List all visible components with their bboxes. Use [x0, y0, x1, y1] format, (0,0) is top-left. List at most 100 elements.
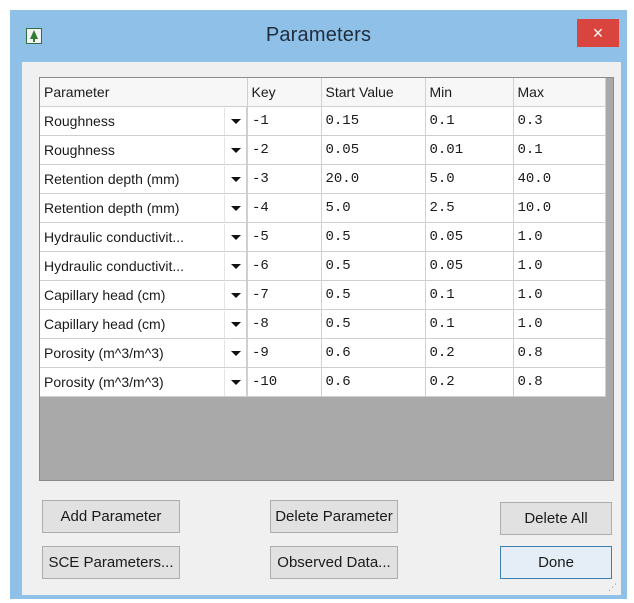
max-cell[interactable]: 1.0 — [513, 251, 606, 281]
chevron-down-icon — [230, 379, 241, 385]
dropdown-button[interactable] — [224, 281, 246, 309]
max-cell[interactable]: 0.3 — [513, 106, 606, 136]
parameter-value: Hydraulic conductivit... — [44, 229, 185, 245]
min-cell[interactable]: 0.05 — [425, 222, 514, 252]
parameter-select[interactable]: Roughness — [40, 135, 248, 165]
title-bar[interactable]: Parameters × — [10, 10, 627, 62]
table-row: Retention depth (mm) -3 20.0 5.0 40.0 — [40, 164, 606, 194]
table-row: Hydraulic conductivit... -5 0.5 0.05 1.0 — [40, 222, 606, 252]
add-parameter-button[interactable]: Add Parameter — [42, 500, 180, 533]
key-cell[interactable]: -10 — [246, 367, 322, 397]
parameter-select[interactable]: Retention depth (mm) — [40, 164, 248, 194]
dropdown-button[interactable] — [224, 310, 246, 338]
min-cell[interactable]: 0.1 — [425, 309, 514, 339]
parameter-select[interactable]: Hydraulic conductivit... — [40, 251, 248, 281]
dropdown-button[interactable] — [224, 136, 246, 164]
min-cell[interactable]: 0.01 — [425, 135, 514, 165]
start-value-cell[interactable]: 0.5 — [321, 251, 426, 281]
max-cell[interactable]: 40.0 — [513, 164, 606, 194]
min-cell[interactable]: 0.2 — [425, 338, 514, 368]
min-cell[interactable]: 0.1 — [425, 106, 514, 136]
start-value-cell[interactable]: 0.15 — [321, 106, 426, 136]
table-row: Porosity (m^3/m^3) -10 0.6 0.2 0.8 — [40, 367, 606, 397]
parameter-value: Hydraulic conductivit... — [44, 258, 185, 274]
start-value-cell[interactable]: 5.0 — [321, 193, 426, 223]
column-header-start-value[interactable]: Start Value — [321, 78, 426, 107]
delete-parameter-button[interactable]: Delete Parameter — [270, 500, 398, 533]
start-value-cell[interactable]: 0.6 — [321, 367, 426, 397]
key-cell[interactable]: -2 — [246, 135, 322, 165]
chevron-down-icon — [230, 205, 241, 211]
close-icon: × — [592, 23, 604, 43]
column-header-parameter[interactable]: Parameter — [40, 78, 248, 107]
parameters-window: Parameters × Parameter Key Start Value M… — [10, 10, 627, 599]
resize-grip-icon[interactable]: ⋰ — [607, 582, 617, 592]
start-value-cell[interactable]: 0.5 — [321, 280, 426, 310]
max-cell[interactable]: 1.0 — [513, 309, 606, 339]
min-cell[interactable]: 0.05 — [425, 251, 514, 281]
dropdown-button[interactable] — [224, 223, 246, 251]
done-button[interactable]: Done — [500, 546, 612, 579]
max-cell[interactable]: 10.0 — [513, 193, 606, 223]
parameter-select[interactable]: Capillary head (cm) — [40, 309, 248, 339]
column-header-min[interactable]: Min — [425, 78, 514, 107]
table-row: Capillary head (cm) -7 0.5 0.1 1.0 — [40, 280, 606, 310]
start-value-cell[interactable]: 0.6 — [321, 338, 426, 368]
sce-parameters-button[interactable]: SCE Parameters... — [42, 546, 180, 579]
max-cell[interactable]: 0.8 — [513, 338, 606, 368]
key-cell[interactable]: -1 — [246, 106, 322, 136]
parameters-table-container: Parameter Key Start Value Min Max Roughn… — [39, 77, 614, 481]
dropdown-button[interactable] — [224, 165, 246, 193]
parameter-select[interactable]: Hydraulic conductivit... — [40, 222, 248, 252]
table-row: Retention depth (mm) -4 5.0 2.5 10.0 — [40, 193, 606, 223]
parameter-value: Porosity (m^3/m^3) — [44, 374, 164, 390]
start-value-cell[interactable]: 20.0 — [321, 164, 426, 194]
dropdown-button[interactable] — [224, 339, 246, 367]
close-button[interactable]: × — [577, 19, 619, 47]
column-header-max[interactable]: Max — [513, 78, 606, 107]
parameter-value: Capillary head (cm) — [44, 316, 166, 332]
start-value-cell[interactable]: 0.5 — [321, 222, 426, 252]
min-cell[interactable]: 0.2 — [425, 367, 514, 397]
parameter-value: Capillary head (cm) — [44, 287, 166, 303]
parameter-select[interactable]: Retention depth (mm) — [40, 193, 248, 223]
min-cell[interactable]: 5.0 — [425, 164, 514, 194]
max-cell[interactable]: 0.1 — [513, 135, 606, 165]
observed-data-button[interactable]: Observed Data... — [270, 546, 398, 579]
delete-all-button[interactable]: Delete All — [500, 502, 612, 535]
parameter-value: Roughness — [44, 142, 115, 158]
key-cell[interactable]: -4 — [246, 193, 322, 223]
parameter-select[interactable]: Roughness — [40, 106, 248, 136]
dialog-content: Parameter Key Start Value Min Max Roughn… — [22, 62, 621, 595]
key-cell[interactable]: -9 — [246, 338, 322, 368]
start-value-cell[interactable]: 0.5 — [321, 309, 426, 339]
chevron-down-icon — [230, 147, 241, 153]
start-value-cell[interactable]: 0.05 — [321, 135, 426, 165]
window-title: Parameters — [265, 24, 372, 46]
max-cell[interactable]: 1.0 — [513, 222, 606, 252]
parameter-select[interactable]: Capillary head (cm) — [40, 280, 248, 310]
dropdown-button[interactable] — [224, 194, 246, 222]
key-cell[interactable]: -3 — [246, 164, 322, 194]
max-cell[interactable]: 0.8 — [513, 367, 606, 397]
chevron-down-icon — [230, 350, 241, 356]
key-cell[interactable]: -5 — [246, 222, 322, 252]
chevron-down-icon — [230, 263, 241, 269]
key-cell[interactable]: -6 — [246, 251, 322, 281]
min-cell[interactable]: 0.1 — [425, 280, 514, 310]
table-row: Roughness -2 0.05 0.01 0.1 — [40, 135, 606, 165]
key-cell[interactable]: -7 — [246, 280, 322, 310]
chevron-down-icon — [230, 118, 241, 124]
dropdown-button[interactable] — [224, 368, 246, 396]
chevron-down-icon — [230, 234, 241, 240]
table-row: Hydraulic conductivit... -6 0.5 0.05 1.0 — [40, 251, 606, 281]
dropdown-button[interactable] — [224, 252, 246, 280]
key-cell[interactable]: -8 — [246, 309, 322, 339]
parameter-select[interactable]: Porosity (m^3/m^3) — [40, 338, 248, 368]
min-cell[interactable]: 2.5 — [425, 193, 514, 223]
dropdown-button[interactable] — [224, 107, 246, 135]
parameter-select[interactable]: Porosity (m^3/m^3) — [40, 367, 248, 397]
max-cell[interactable]: 1.0 — [513, 280, 606, 310]
column-header-key[interactable]: Key — [247, 78, 322, 107]
table-row: Porosity (m^3/m^3) -9 0.6 0.2 0.8 — [40, 338, 606, 368]
